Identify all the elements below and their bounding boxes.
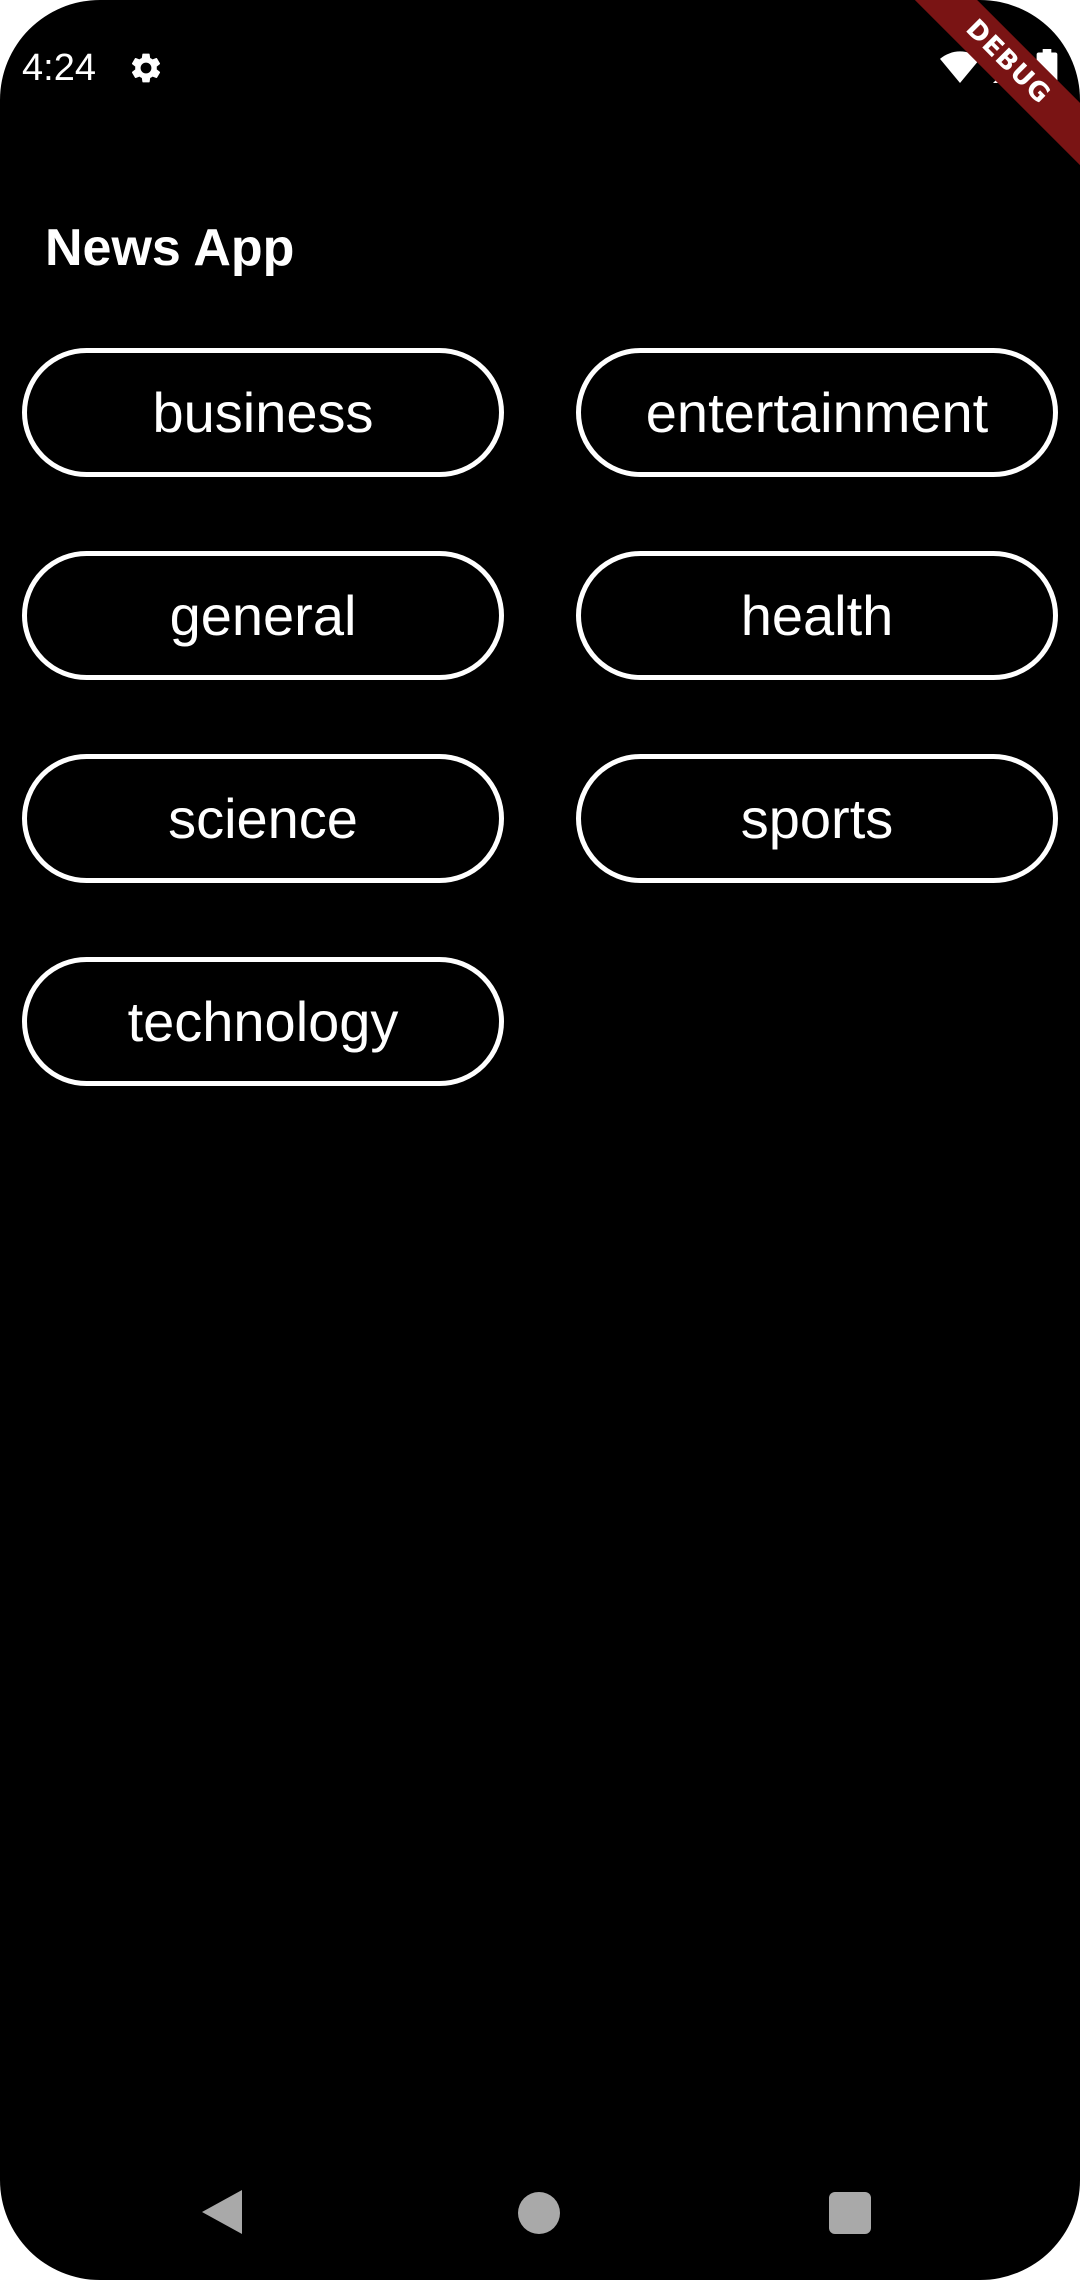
status-icons — [940, 49, 1058, 87]
home-icon[interactable] — [518, 2192, 560, 2234]
wifi-icon — [940, 51, 980, 85]
recents-icon[interactable] — [829, 2192, 871, 2234]
category-grid: business entertainment general health sc… — [22, 348, 1058, 1086]
status-bar: 4:24 — [0, 0, 1080, 140]
back-icon[interactable] — [202, 2188, 246, 2241]
page-title: News App — [45, 219, 295, 277]
category-button-general[interactable]: general — [22, 551, 504, 680]
status-time: 4:24 — [22, 47, 96, 89]
navigation-bar — [0, 2140, 1080, 2280]
category-button-technology[interactable]: technology — [22, 957, 504, 1086]
settings-gear-icon — [128, 50, 164, 86]
battery-icon — [1036, 49, 1058, 87]
device-screen: 4:24 DEBUG News App business entertainme… — [0, 0, 1080, 2280]
signal-icon — [990, 50, 1026, 86]
category-button-business[interactable]: business — [22, 348, 504, 477]
category-button-entertainment[interactable]: entertainment — [576, 348, 1058, 477]
category-button-sports[interactable]: sports — [576, 754, 1058, 883]
category-button-health[interactable]: health — [576, 551, 1058, 680]
category-button-science[interactable]: science — [22, 754, 504, 883]
